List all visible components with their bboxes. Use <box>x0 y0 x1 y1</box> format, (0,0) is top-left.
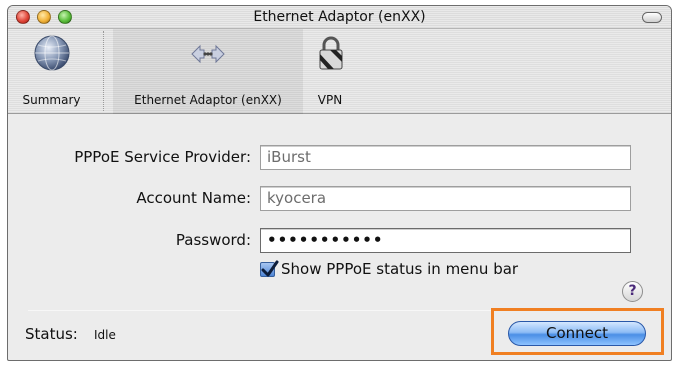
toolbar-separator <box>103 31 104 111</box>
provider-field[interactable]: iBurst <box>260 145 631 170</box>
toolbar-item-vpn[interactable]: VPN <box>305 29 355 114</box>
help-button[interactable]: ? <box>622 281 643 302</box>
toolbar-item-ethernet[interactable]: Ethernet Adaptor (enXX) <box>113 29 303 114</box>
ethernet-icon <box>190 43 226 69</box>
toolbar-label-summary: Summary <box>22 93 81 107</box>
window-title: Ethernet Adaptor (enXX) <box>253 9 426 25</box>
account-name-field[interactable]: kyocera <box>260 186 631 211</box>
password-field[interactable]: ••••••••••• <box>260 228 631 253</box>
globe-icon <box>33 34 71 76</box>
checkmark-icon <box>261 260 279 277</box>
toolbar: Summary Ethernet Adaptor (enXX) VPN <box>8 29 671 114</box>
connect-button[interactable]: Connect <box>508 321 646 346</box>
show-status-label[interactable]: Show PPPoE status in menu bar <box>281 260 518 278</box>
status-label: Status: <box>25 325 78 343</box>
password-label: Password: <box>175 231 251 249</box>
lock-icon <box>318 35 344 75</box>
toolbar-item-summary[interactable]: Summary <box>8 29 95 114</box>
status-value: Idle <box>94 328 116 342</box>
toolbar-label-vpn: VPN <box>317 93 343 107</box>
show-status-checkbox[interactable] <box>260 260 279 277</box>
title-bar: Ethernet Adaptor (enXX) <box>8 6 671 29</box>
toolbar-toggle-button[interactable] <box>642 12 662 23</box>
provider-label: PPPoE Service Provider: <box>74 148 251 166</box>
account-name-label: Account Name: <box>136 189 251 207</box>
toolbar-label-ethernet: Ethernet Adaptor (enXX) <box>134 93 282 107</box>
